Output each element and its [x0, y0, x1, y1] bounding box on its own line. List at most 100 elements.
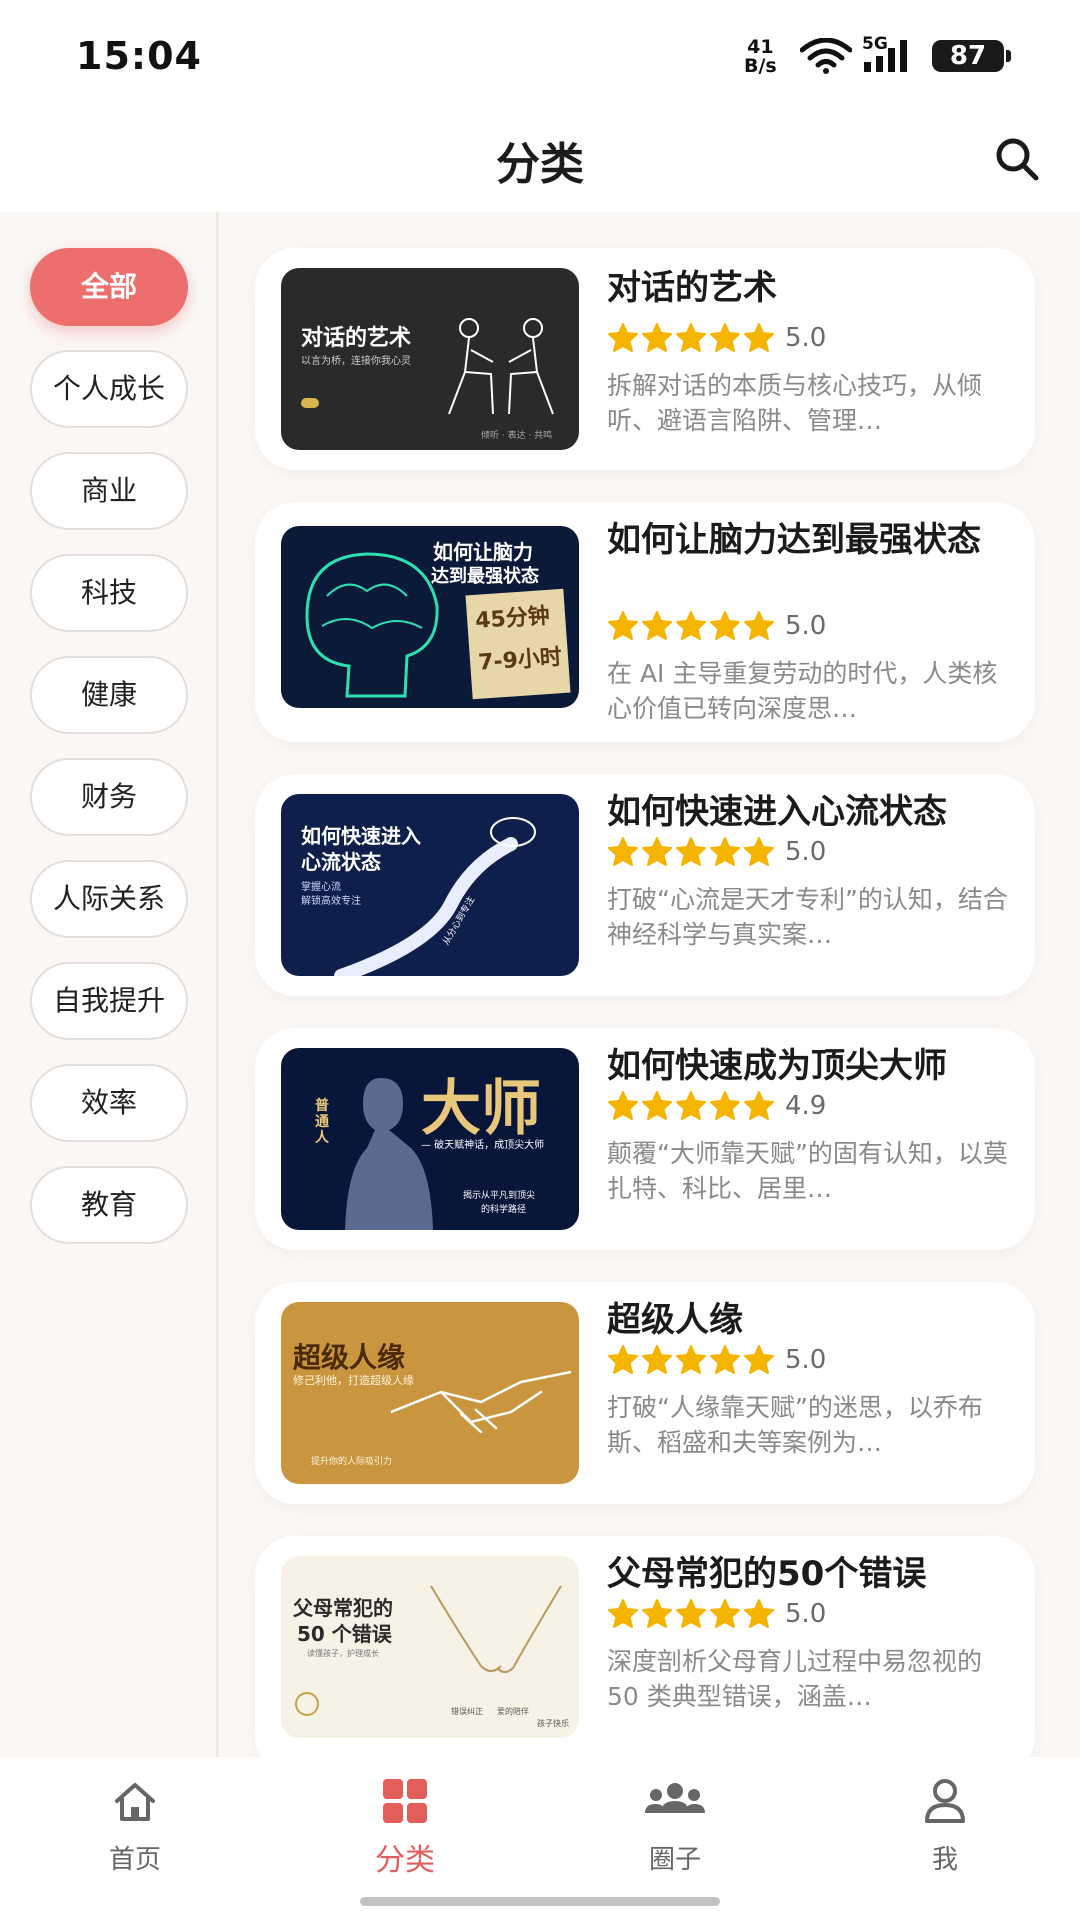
group-icon	[645, 1783, 705, 1813]
star-icon	[744, 323, 774, 352]
nav-circle[interactable]: 圈子	[595, 1777, 755, 1887]
top-header: 分类	[0, 110, 1080, 210]
profile-icon	[925, 1779, 965, 1823]
search-icon[interactable]	[990, 132, 1046, 188]
book-description: 打破“人缘靠天赋”的迷思，以乔布斯、稻盛和夫等案例为…	[607, 1393, 983, 1457]
book-title: 父母常犯的50个错误	[607, 1554, 927, 1594]
star-icon	[608, 611, 638, 640]
book-description: 拆解对话的本质与核心技巧，从倾听、避语言陷阱、管理…	[607, 371, 983, 435]
rating: 5.0	[607, 610, 867, 642]
star-icon	[744, 837, 774, 866]
star-icon	[744, 1599, 774, 1628]
rating: 5.0	[607, 836, 867, 868]
star-icon	[744, 1345, 774, 1374]
cover-title: 父母常犯的	[293, 1596, 393, 1620]
cover-footer: 揭示从平凡到顶尖	[463, 1191, 536, 1201]
category-label: 健康	[80, 678, 137, 711]
rating-score: 5.0	[785, 1599, 827, 1629]
flow-path-illustration	[334, 817, 536, 976]
nav-profile[interactable]: 我	[865, 1777, 1025, 1887]
star-icon	[710, 837, 740, 866]
network-speed-unit: B/s	[744, 55, 777, 77]
page-title: 分类	[496, 139, 584, 190]
book-cover: 父母常犯的 50 个错误 读懂孩子，护理成长 错误纠正 爱的陪伴 孩子快乐	[281, 1556, 579, 1738]
category-label: 财务	[80, 780, 137, 813]
battery-level: 87	[949, 41, 987, 71]
star-icon	[676, 837, 706, 866]
cover-footer: 的科学路径	[481, 1205, 527, 1215]
book-description: 在 AI 主导重复劳动的时代，人类核心价值已转向深度思…	[607, 659, 998, 723]
star-rating-icon	[608, 1345, 774, 1374]
note-text: 7-9小时	[477, 645, 563, 676]
book-title: 对话的艺术	[607, 268, 777, 308]
rating: 4.9	[607, 1090, 867, 1122]
category-label: 效率	[80, 1086, 137, 1119]
category-all[interactable]: 全部	[30, 248, 188, 326]
cover-side-text: 普通人	[315, 1098, 329, 1146]
rating-score: 5.0	[785, 611, 827, 641]
book-card[interactable]: 父母常犯的 50 个错误 读懂孩子，护理成长 错误纠正 爱的陪伴 孩子快乐 父母…	[255, 1536, 1035, 1757]
book-title: 如何快速成为顶尖大师	[607, 1046, 947, 1086]
hands-illustration	[430, 1585, 562, 1673]
rating: 5.0	[607, 1598, 867, 1630]
wifi-icon	[800, 38, 852, 74]
category-finance[interactable]: 财务	[30, 758, 188, 836]
cover-title: 对话的艺术	[301, 326, 412, 351]
handshake-illustration	[391, 1370, 571, 1434]
category-self-improvement[interactable]: 自我提升	[30, 962, 188, 1040]
cover-footer: 错误纠正	[451, 1707, 483, 1716]
category-education[interactable]: 教育	[30, 1166, 188, 1244]
book-cover: 大师 普通人 — 破天赋神话，成顶尖大师 揭示从平凡到顶尖 的科学路径	[281, 1048, 579, 1230]
brain-illustration	[305, 552, 439, 698]
chat-bubble-icon	[301, 398, 319, 408]
book-description: 颠覆“大师靠天赋”的固有认知，以莫扎特、科比、居里…	[607, 1139, 1008, 1203]
book-title: 如何让脑力达到最强状态	[607, 520, 981, 560]
book-card[interactable]: 如何让脑力 达到最强状态 45分钟 7-9小时 如何让脑力达到最强状态 5.0 …	[255, 502, 1035, 742]
category-label: 教育	[80, 1188, 137, 1221]
book-title: 超级人缘	[607, 1300, 743, 1340]
rating: 5.0	[607, 322, 867, 354]
category-efficiency[interactable]: 效率	[30, 1064, 188, 1142]
star-icon	[744, 611, 774, 640]
category-icon	[383, 1779, 427, 1823]
category-relationships[interactable]: 人际关系	[30, 860, 188, 938]
home-icon	[115, 1783, 155, 1821]
nav-category[interactable]: 分类	[325, 1777, 485, 1887]
magnifier-icon	[295, 1692, 319, 1716]
conversation-illustration	[448, 318, 554, 415]
category-health[interactable]: 健康	[30, 656, 188, 734]
category-personal-growth[interactable]: 个人成长	[30, 350, 188, 428]
book-card[interactable]: 对话的艺术 以言为桥，连接你我心灵 倾听 · 表达 · 共鸣 对话的艺术 5.0…	[255, 248, 1035, 470]
nav-label: 首页	[108, 1845, 161, 1875]
category-business[interactable]: 商业	[30, 452, 188, 530]
book-cover: 超级人缘 修己利他，打造超级人缘 提升你的人际吸引力	[281, 1302, 579, 1484]
category-label: 自我提升	[52, 984, 165, 1017]
star-icon	[642, 1091, 672, 1120]
nav-home[interactable]: 首页	[55, 1777, 215, 1887]
star-icon	[608, 1599, 638, 1628]
network-speed: 41 B/s	[744, 38, 777, 76]
nav-label: 分类	[375, 1843, 435, 1878]
star-icon	[676, 1345, 706, 1374]
bottom-nav: 首页 分类 圈子 我	[0, 1757, 1080, 1920]
cover-subtitle: 读懂孩子，护理成长	[307, 1649, 379, 1658]
note-text: 45分钟	[474, 603, 551, 634]
star-icon	[744, 1091, 774, 1120]
book-card[interactable]: 如何快速进入 心流状态 掌握心流 解锁高效专注 从分心到专注 如何快速进入心流状…	[255, 774, 1035, 996]
home-indicator[interactable]	[360, 1897, 720, 1906]
silhouette-illustration	[345, 1078, 433, 1230]
star-icon	[676, 611, 706, 640]
star-icon	[642, 611, 672, 640]
star-icon	[676, 1091, 706, 1120]
star-icon	[642, 1599, 672, 1628]
book-title: 如何快速进入心流状态	[607, 792, 947, 832]
star-rating-icon	[608, 1091, 774, 1120]
star-icon	[642, 1345, 672, 1374]
book-card[interactable]: 大师 普通人 — 破天赋神话，成顶尖大师 揭示从平凡到顶尖 的科学路径 如何快速…	[255, 1028, 1035, 1250]
book-description: 打破“心流是天才专利”的认知，结合神经科学与真实案…	[607, 885, 1008, 949]
book-card[interactable]: 超级人缘 修己利他，打造超级人缘 提升你的人际吸引力 超级人缘 5.0 打破“人…	[255, 1282, 1035, 1504]
star-icon	[710, 611, 740, 640]
category-tech[interactable]: 科技	[30, 554, 188, 632]
category-sidebar: 全部 个人成长 商业 科技 健康 财务 人际关系 自我提升 效率 教育	[0, 212, 219, 1757]
rating-score: 5.0	[785, 1345, 827, 1375]
